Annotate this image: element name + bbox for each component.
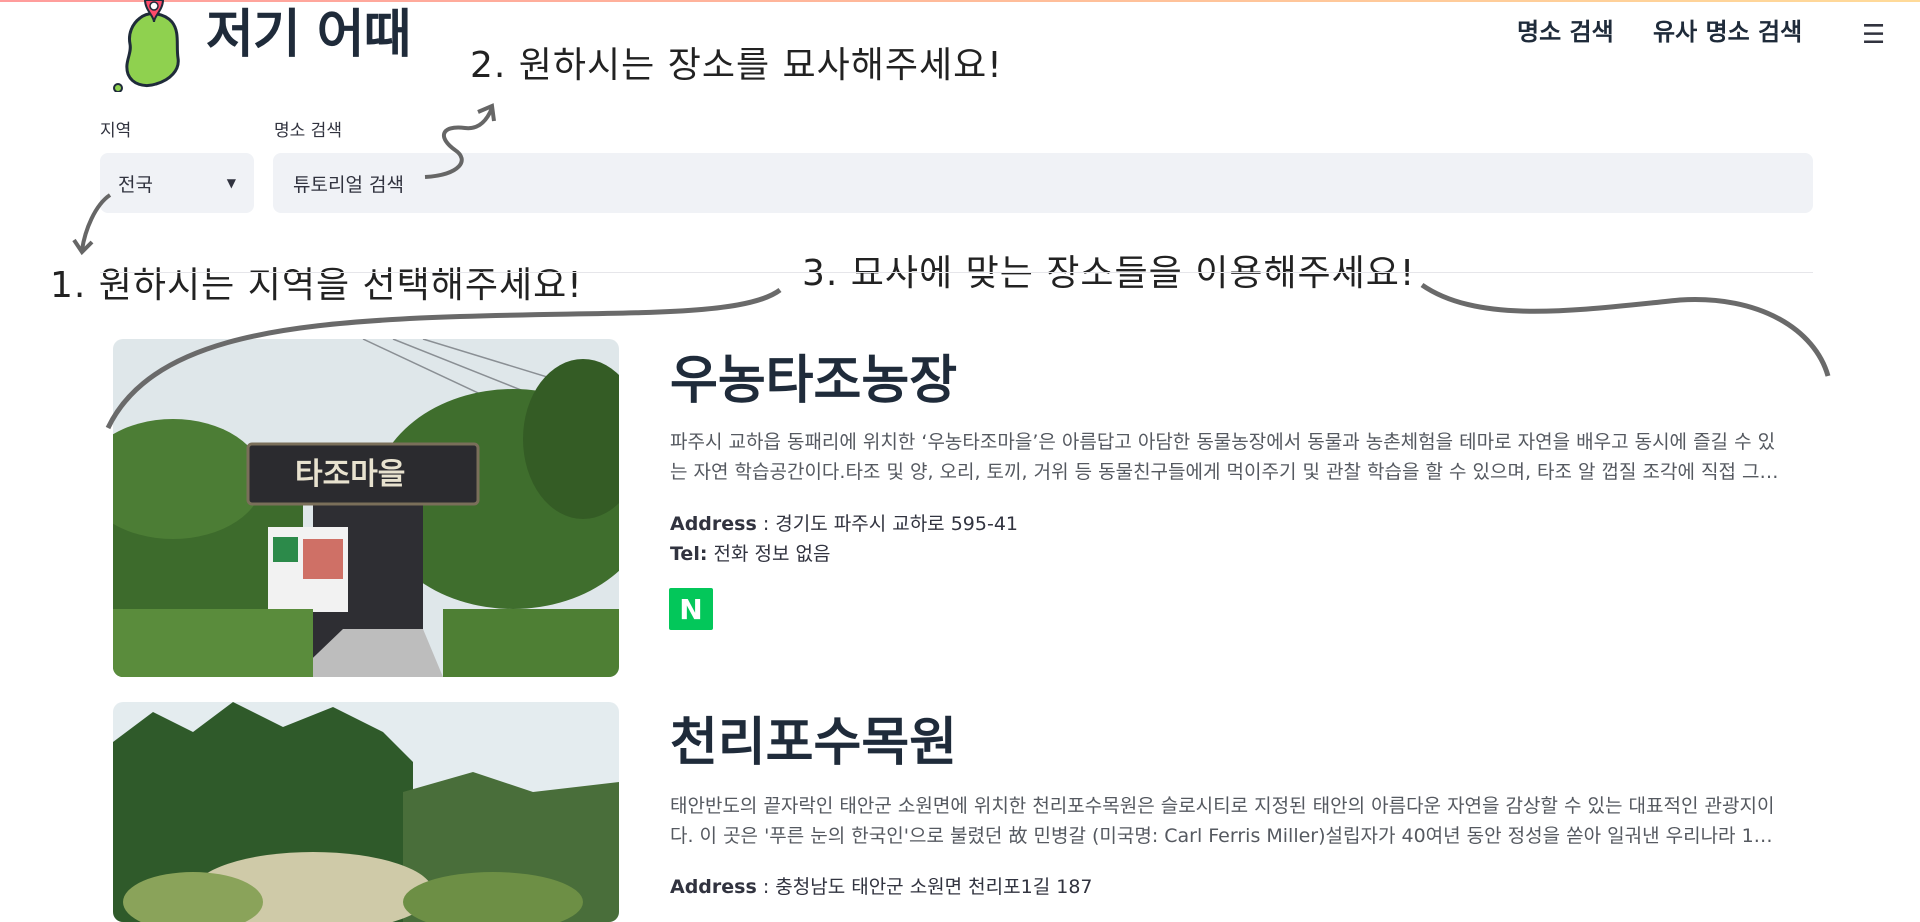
tutorial-arrows bbox=[72, 103, 1831, 430]
